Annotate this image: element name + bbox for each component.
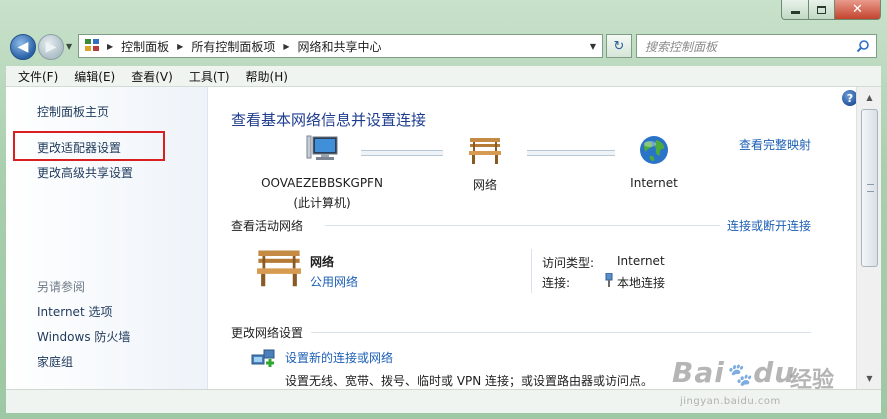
connections-label: 连接: (542, 276, 571, 290)
network-label: 网络 (472, 178, 497, 192)
search-placeholder: 搜索控制面板 (645, 39, 718, 54)
ethernet-icon (605, 273, 613, 287)
sidebar-link-advanced-sharing[interactable]: 更改高级共享设置 (37, 164, 133, 181)
page-title: 查看基本网络信息并设置连接 (231, 111, 427, 129)
navigation-bar: ◀ ▶ ▼ ▶ 控制面板 ▶ 所有控制面板项 ▶ 网络和共享中心 ▼ ↻ 搜索控… (0, 30, 887, 62)
breadcrumb-separator: ▶ (283, 41, 290, 51)
map-node-computer[interactable]: OOVAEZEBBSKGPFN (此计算机) (256, 134, 388, 211)
maximize-icon (817, 5, 826, 14)
see-also-header: 另请参阅 (37, 280, 86, 294)
arrow-right-icon: ▶ (45, 39, 57, 55)
recent-pages-dropdown[interactable]: ▼ (66, 42, 72, 51)
breadcrumb-separator: ▶ (107, 41, 114, 51)
scrollbar-grip (867, 184, 874, 192)
address-bar[interactable]: ▶ 控制面板 ▶ 所有控制面板项 ▶ 网络和共享中心 ▼ (78, 34, 603, 58)
refresh-icon: ↻ (613, 38, 625, 54)
breadcrumb-all-items[interactable]: 所有控制面板项 (191, 38, 275, 55)
section-divider (311, 332, 811, 333)
map-node-network[interactable]: 网络 (456, 134, 514, 193)
change-settings-title: 更改网络设置 (231, 326, 304, 340)
see-full-map-link[interactable]: 查看完整映射 (739, 136, 811, 153)
close-icon: ✕ (852, 2, 863, 17)
breadcrumb-separator: ▶ (177, 41, 184, 51)
back-button[interactable]: ◀ (10, 34, 36, 60)
watermark-url: jingyan.baidu.com (680, 396, 781, 407)
search-icon[interactable] (856, 39, 870, 53)
sidebar-link-control-panel-home[interactable]: 控制面板主页 (37, 103, 109, 120)
sidebar-link-homegroup[interactable]: 家庭组 (37, 353, 73, 370)
caption-buttons: ✕ (781, 0, 881, 20)
scroll-up-arrow-icon[interactable]: ▲ (861, 89, 878, 106)
menu-edit[interactable]: 编辑(E) (74, 68, 115, 85)
map-connector (361, 150, 443, 156)
sidebar-link-internet-options[interactable]: Internet 选项 (37, 303, 112, 320)
new-connection-icon (251, 349, 275, 367)
forward-button[interactable]: ▶ (38, 34, 64, 60)
close-button[interactable]: ✕ (835, 0, 881, 20)
search-box[interactable]: 搜索控制面板 (636, 34, 877, 58)
globe-icon (640, 136, 668, 164)
map-node-internet[interactable]: Internet (620, 134, 688, 190)
vertical-scrollbar[interactable]: ▲ ▼ (856, 87, 881, 389)
refresh-button[interactable]: ↻ (606, 34, 632, 58)
breadcrumb-network-center[interactable]: 网络和共享中心 (298, 38, 382, 55)
breadcrumb-control-panel[interactable]: 控制面板 (121, 38, 169, 55)
watermark-logo: Bai🐾du (672, 356, 796, 389)
section-divider (325, 225, 720, 226)
setup-new-connection-description: 设置无线、宽带、拨号、临时或 VPN 连接；或设置路由器或访问点。 (285, 374, 654, 388)
menu-file[interactable]: 文件(F) (18, 68, 58, 85)
network-type-link[interactable]: 公用网络 (310, 273, 358, 290)
menu-help[interactable]: 帮助(H) (246, 68, 288, 85)
bench-icon (257, 250, 301, 287)
access-type-label: 访问类型: (542, 256, 595, 270)
main-panel: 查看基本网络信息并设置连接 查看完整映射 OOVAEZEBBSKGPFN (此计… (208, 87, 856, 389)
vertical-divider (531, 249, 532, 293)
minimize-icon (790, 11, 800, 14)
address-dropdown-icon[interactable]: ▼ (584, 35, 602, 57)
computer-name: OOVAEZEBBSKGPFN (261, 176, 383, 190)
computer-icon (306, 135, 338, 160)
connect-disconnect-link[interactable]: 连接或断开连接 (727, 217, 811, 234)
bench-icon (469, 138, 501, 164)
setup-new-connection-link[interactable]: 设置新的连接或网络 (285, 349, 393, 366)
sidebar: 控制面板主页 更改适配器设置 更改高级共享设置 另请参阅 Internet 选项… (6, 87, 208, 389)
menu-bar: 文件(F) 编辑(E) 查看(V) 工具(T) 帮助(H) (6, 66, 881, 87)
access-type-value: Internet (617, 254, 665, 268)
local-connection-link[interactable]: 本地连接 (617, 274, 665, 291)
control-panel-icon (85, 39, 101, 53)
sidebar-link-windows-firewall[interactable]: Windows 防火墙 (37, 328, 130, 345)
sidebar-link-change-adapter-settings[interactable]: 更改适配器设置 (37, 139, 121, 156)
map-connector (527, 150, 615, 156)
active-networks-title: 查看活动网络 (231, 219, 304, 233)
watermark-jingyan: 经验 (790, 368, 835, 393)
watermark: Bai🐾du 经验 jingyan.baidu.com (672, 356, 872, 412)
maximize-button[interactable] (809, 0, 835, 20)
menu-tools[interactable]: 工具(T) (189, 68, 230, 85)
computer-subtitle: (此计算机) (293, 196, 351, 210)
content-area: 控制面板主页 更改适配器设置 更改高级共享设置 另请参阅 Internet 选项… (6, 87, 881, 389)
arrow-left-icon: ◀ (17, 39, 29, 55)
minimize-button[interactable] (781, 0, 809, 20)
internet-label: Internet (630, 176, 678, 190)
menu-view[interactable]: 查看(V) (131, 68, 173, 85)
active-network-name: 网络 (310, 255, 335, 269)
scrollbar-thumb[interactable] (861, 109, 878, 267)
